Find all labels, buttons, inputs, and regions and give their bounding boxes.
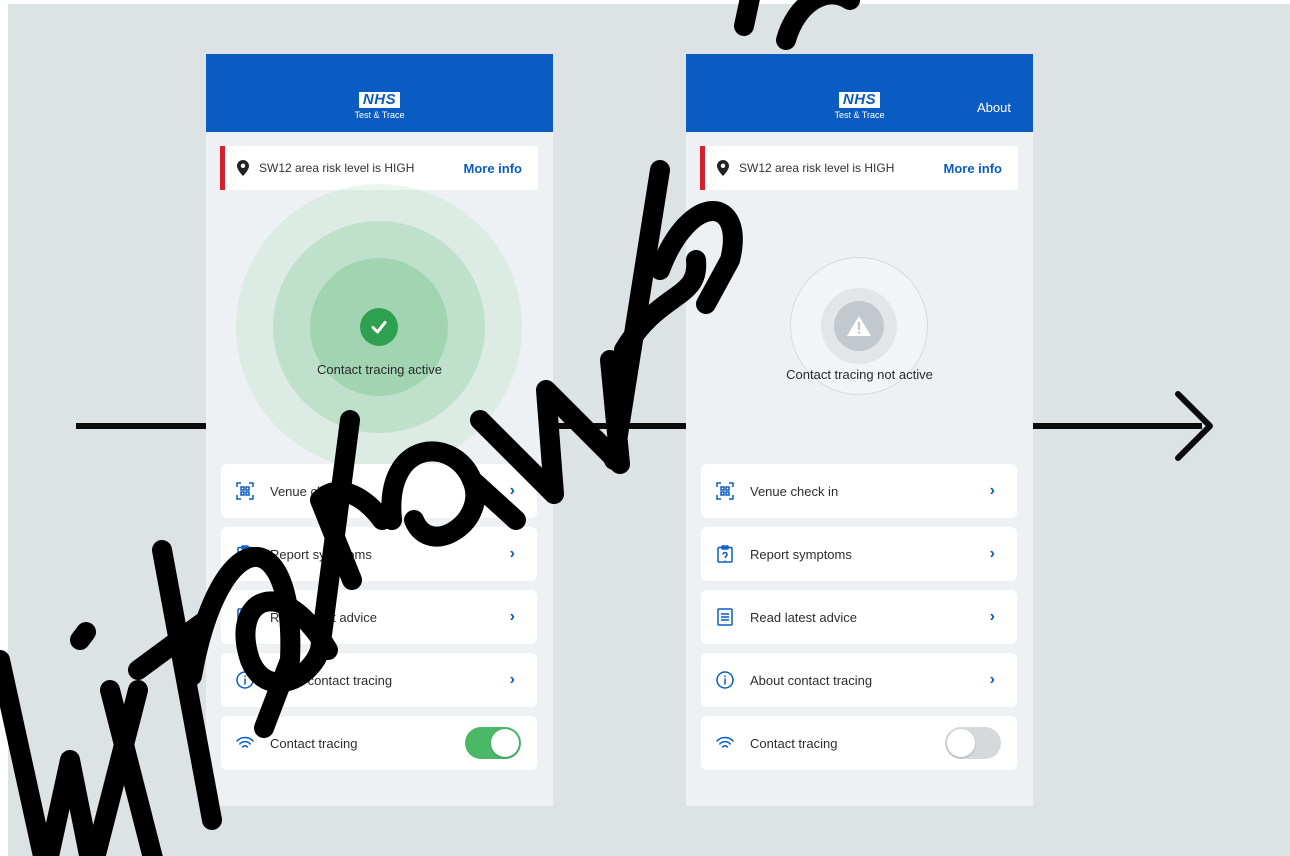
toggle-label: Contact tracing — [750, 735, 838, 751]
menu-item-read-latest-advice[interactable]: Read latest advice › — [221, 590, 537, 644]
clipboard-icon — [235, 544, 255, 564]
menu-item-label: About contact tracing — [750, 672, 873, 688]
location-pin-icon — [717, 160, 729, 176]
toggle-knob — [491, 729, 519, 757]
location-pin-icon — [237, 160, 249, 176]
menu-item-venue-check-in[interactable]: Venue check in › — [701, 464, 1017, 518]
menu-item-label: Report symptoms — [270, 546, 372, 562]
app-header: NHS Test & Trace — [206, 54, 553, 132]
tracing-status-text: Contact tracing not active — [786, 367, 933, 382]
menu-item-label: Read latest advice — [270, 609, 377, 625]
flow-connector-middle — [553, 423, 686, 429]
chevron-right-icon: › — [989, 482, 995, 499]
menu-item-label: Venue check in — [270, 483, 359, 499]
menu-item-label: Read latest advice — [750, 609, 857, 625]
wifi-icon — [715, 733, 735, 753]
menu-item-report-symptoms[interactable]: Report symptoms › — [701, 527, 1017, 581]
contact-tracing-toggle[interactable] — [465, 727, 521, 759]
chevron-right-icon: › — [509, 482, 515, 499]
chevron-right-icon: › — [509, 608, 515, 625]
risk-level-text: SW12 area risk level is HIGH — [259, 161, 415, 175]
more-info-link[interactable]: More info — [944, 161, 1003, 176]
chevron-right-icon: › — [509, 671, 515, 688]
more-info-link[interactable]: More info — [464, 161, 523, 176]
toggle-knob — [947, 729, 975, 757]
chevron-right-icon: › — [989, 671, 995, 688]
flow-connector-left — [76, 423, 208, 429]
canvas-background — [8, 4, 1290, 856]
logo-subtitle: Test & Trace — [354, 110, 405, 120]
risk-level-banner: SW12 area risk level is HIGH More info — [700, 146, 1018, 190]
flow-arrow-icon — [1175, 391, 1213, 461]
chevron-right-icon: › — [989, 545, 995, 562]
phone-screen-inactive: NHS Test & Trace About SW12 area risk le… — [686, 54, 1033, 806]
chevron-right-icon: › — [509, 545, 515, 562]
menu-item-about-contact-tracing[interactable]: About contact tracing › — [221, 653, 537, 707]
document-icon — [235, 607, 255, 627]
menu-item-label: Report symptoms — [750, 546, 852, 562]
menu-item-venue-check-in[interactable]: Venue check in › — [221, 464, 537, 518]
nhs-logo-mark: NHS — [838, 92, 881, 108]
qr-code-icon — [235, 481, 255, 501]
qr-code-icon — [715, 481, 735, 501]
info-icon — [235, 670, 255, 690]
nhs-logo-mark: NHS — [358, 92, 401, 108]
menu-item-about-contact-tracing[interactable]: About contact tracing › — [701, 653, 1017, 707]
menu-item-label: About contact tracing — [270, 672, 393, 688]
contact-tracing-toggle-row: Contact tracing — [221, 716, 537, 770]
warning-icon — [821, 288, 897, 364]
risk-level-text: SW12 area risk level is HIGH — [739, 161, 895, 175]
nhs-logo: NHS Test & Trace — [354, 92, 405, 121]
document-icon — [715, 607, 735, 627]
menu-item-label: Venue check in — [750, 483, 839, 499]
menu-item-report-symptoms[interactable]: Report symptoms › — [221, 527, 537, 581]
toggle-label: Contact tracing — [270, 735, 358, 751]
phone-screen-active: NHS Test & Trace SW12 area risk level is… — [206, 54, 553, 806]
contact-tracing-toggle-row: Contact tracing — [701, 716, 1017, 770]
clipboard-icon — [715, 544, 735, 564]
contact-tracing-toggle[interactable] — [945, 727, 1001, 759]
menu-item-read-latest-advice[interactable]: Read latest advice › — [701, 590, 1017, 644]
chevron-right-icon: › — [989, 608, 995, 625]
wifi-icon — [235, 733, 255, 753]
app-header: NHS Test & Trace About — [686, 54, 1033, 132]
info-icon — [715, 670, 735, 690]
checkmark-icon — [360, 308, 398, 346]
about-link[interactable]: About — [977, 100, 1011, 115]
logo-subtitle: Test & Trace — [834, 110, 885, 120]
nhs-logo: NHS Test & Trace — [834, 92, 885, 121]
tracing-status-text: Contact tracing active — [316, 362, 442, 377]
